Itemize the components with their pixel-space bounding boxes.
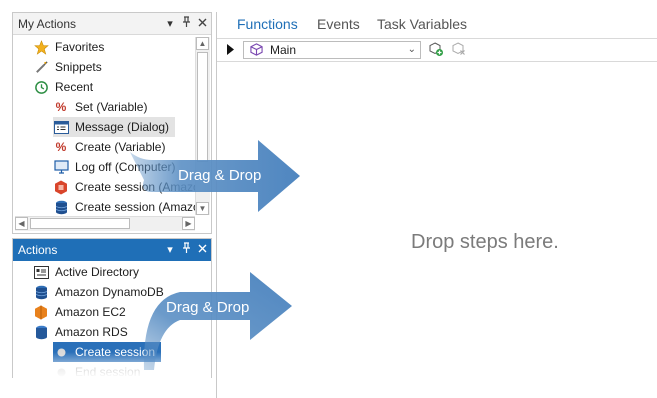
function-toolbar: Main ⌄ — [217, 39, 657, 62]
tree-item-amazon-rds[interactable]: Amazon RDS — [33, 322, 128, 342]
tab-functions[interactable]: Functions — [237, 16, 298, 32]
my-actions-header: My Actions ▾ — [13, 13, 211, 35]
tree-item-amazon-ec2[interactable]: Amazon EC2 — [33, 302, 126, 322]
drop-steps-placeholder: Drop steps here. — [411, 231, 559, 253]
chevron-down-icon: ⌄ — [407, 44, 416, 55]
actions-header: Actions ▾ — [13, 239, 211, 261]
tree-item-favorites[interactable]: Favorites — [33, 37, 104, 57]
amazon-dynamodb-icon — [53, 199, 69, 215]
amazon-ec2-icon — [53, 179, 69, 195]
close-icon[interactable] — [197, 13, 207, 35]
delete-function-icon[interactable] — [452, 42, 467, 60]
amazon-dynamodb-icon — [33, 284, 49, 300]
pin-icon[interactable] — [181, 239, 191, 261]
scroll-right-button[interactable]: ▶ — [182, 217, 195, 230]
tab-task-variables[interactable]: Task Variables — [377, 16, 467, 32]
my-actions-title: My Actions — [18, 17, 77, 31]
pin-icon[interactable] — [181, 13, 191, 35]
hscroll-thumb[interactable] — [30, 218, 130, 229]
tab-events[interactable]: Events — [317, 16, 360, 32]
scroll-left-button[interactable]: ◀ — [15, 217, 28, 230]
add-function-icon[interactable] — [429, 42, 444, 60]
star-icon — [33, 39, 49, 55]
panel-menu-icon[interactable]: ▾ — [165, 13, 175, 35]
tab-bar: Functions Events Task Variables — [217, 12, 657, 39]
active-directory-icon — [33, 264, 49, 280]
amazon-ec2-icon — [33, 304, 49, 320]
recent-icon — [33, 79, 49, 95]
panel-menu-icon[interactable]: ▾ — [165, 239, 175, 261]
horizontal-scrollbar[interactable]: ◀ ▶ — [15, 216, 195, 231]
function-cube-icon — [250, 43, 263, 60]
tree-item-snippets[interactable]: Snippets — [33, 57, 102, 77]
dialog-icon — [53, 119, 69, 135]
drag-drop-label-lower: Drag & Drop — [166, 299, 250, 316]
computer-icon — [53, 159, 69, 175]
tree-item-active-directory[interactable]: Active Directory — [33, 262, 139, 282]
actions-title: Actions — [18, 243, 58, 257]
close-icon[interactable] — [197, 239, 207, 261]
scroll-up-button[interactable]: ▲ — [196, 37, 209, 50]
tree-item-recent[interactable]: Recent — [33, 77, 93, 97]
drag-drop-arrow-lower — [143, 272, 292, 370]
expand-arrow-icon[interactable] — [227, 44, 234, 58]
drag-drop-label-upper: Drag & Drop — [178, 167, 262, 184]
function-selector-value: Main — [270, 43, 297, 57]
function-selector[interactable]: Main ⌄ — [243, 41, 421, 59]
snippet-icon — [33, 59, 49, 75]
variable-icon: % — [55, 140, 67, 154]
amazon-rds-icon — [33, 324, 49, 340]
tree-item-set-variable[interactable]: % Set (Variable) — [53, 97, 148, 117]
tree-item-message-dialog[interactable]: Message (Dialog) — [53, 117, 176, 137]
variable-icon: % — [55, 100, 67, 114]
